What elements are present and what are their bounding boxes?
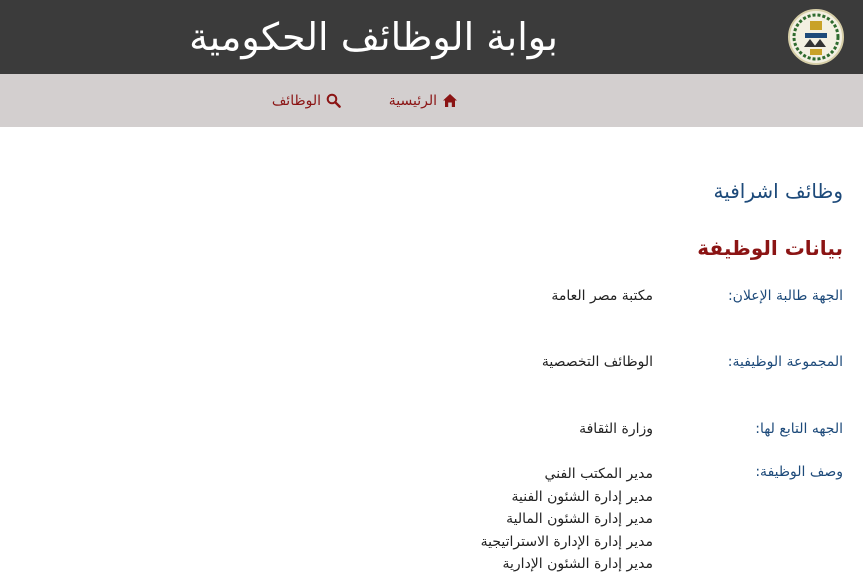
job-description-list: مدير المكتب الفني مدير إدارة الشئون الفن… [481,463,653,576]
list-item: مدير إدارة الشئون الإدارية [502,556,653,572]
parent-entity-value: وزارة الثقافة [579,421,653,437]
section-title: بيانات الوظيفة [697,236,843,260]
list-item: مدير إدارة الشئون المالية [506,511,653,527]
nav-home-link[interactable]: الرئيسية [389,74,458,127]
job-group-value: الوظائف التخصصية [541,354,653,370]
nav-jobs-link[interactable]: الوظائف [272,74,341,127]
site-title[interactable]: بوابة الوظائف الحكومية [189,12,558,62]
site-header: بوابة الوظائف الحكومية [0,0,863,74]
search-icon [326,93,341,108]
parent-entity-label: الجهه التابع لها: [755,421,843,437]
job-category-title: وظائف اشرافية [713,179,843,203]
list-item: مدير إدارة الشئون الفنية [511,488,653,505]
advertiser-label: الجهة طالبة الإعلان: [727,288,843,304]
list-item: مدير المكتب الفني [544,466,653,482]
gov-logo-icon[interactable] [788,9,844,65]
main-navbar: الرئيسية الوظائف [0,74,863,127]
job-group-label: المجموعة الوظيفية: [727,354,843,370]
job-description-label: وصف الوظيفة: [755,464,843,480]
list-item: مدير إدارة الإدارة الاستراتيجية [480,533,653,550]
nav-home-label: الرئيسية [388,92,437,109]
home-icon [442,93,458,108]
advertiser-value: مكتبة مصر العامة [551,288,653,304]
nav-jobs-label: الوظائف [271,92,321,109]
